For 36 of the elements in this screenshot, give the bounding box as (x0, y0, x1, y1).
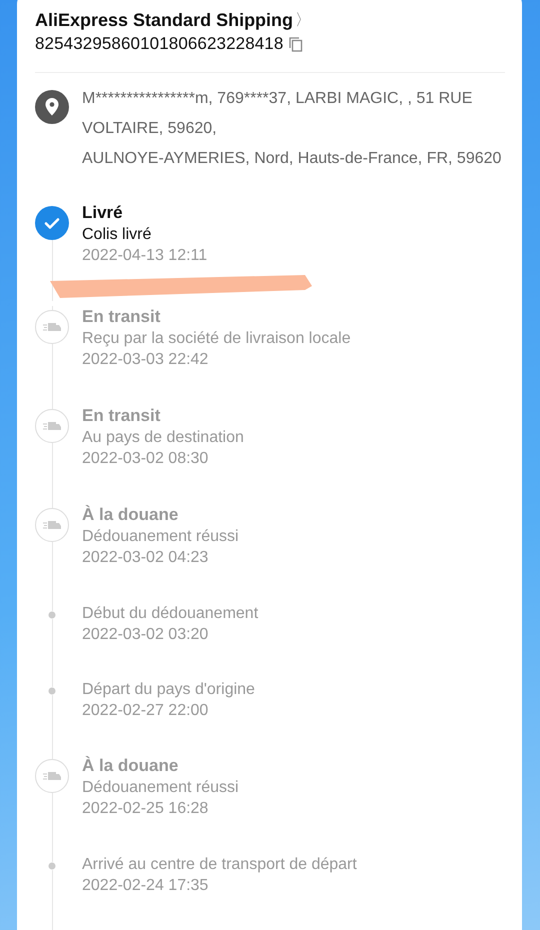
truck-icon (35, 759, 69, 793)
event-description: Début du dédouanement (82, 604, 258, 624)
event-description: Reçu par la société de livraison locale (82, 329, 351, 349)
event-description: Dédouanement réussi (82, 527, 239, 547)
timeline-dot-icon (48, 611, 56, 619)
event-description: Dédouanement réussi (82, 778, 239, 798)
event-time: 2022-03-02 08:30 (82, 449, 210, 469)
truck-icon (35, 310, 69, 344)
truck-icon (35, 508, 69, 542)
event-time: 2022-02-27 22:00 (82, 701, 210, 721)
event-time: 2022-02-25 16:28 (82, 799, 210, 819)
event-title: En transit (82, 405, 162, 427)
event-time: 2022-04-13 12:11 (82, 246, 208, 266)
checkmark-icon (35, 206, 69, 240)
event-time: 2022-03-03 22:42 (82, 350, 210, 370)
timeline-dot-icon (48, 687, 56, 695)
copy-icon[interactable] (287, 36, 304, 52)
tracking-number: 82543295860101806623228418 (35, 34, 284, 54)
event-time: 2022-02-24 17:35 (82, 876, 210, 896)
address-text: AULNOYE-AYMERIES, Nord, Hauts-de-France, FR, 59620 (82, 149, 502, 169)
location-pin-icon (35, 90, 69, 124)
truck-icon (35, 409, 69, 443)
event-title: À la douane (82, 504, 180, 526)
carrier-name[interactable]: AliExpress Standard Shipping (35, 10, 294, 31)
event-time: 2022-03-02 04:23 (82, 548, 210, 568)
timeline-dot-icon (48, 862, 56, 870)
chevron-icon[interactable]: 〉 (295, 10, 312, 31)
event-description: Colis livré (82, 225, 152, 245)
event-time: 2022-03-02 03:20 (82, 625, 210, 645)
event-title: À la douane (82, 755, 180, 777)
event-description: Au pays de destination (82, 428, 244, 448)
event-description: Arrivé au centre de transport de départ (82, 855, 357, 875)
event-title: En transit (82, 306, 162, 328)
event-description: Départ du pays d'origine (82, 680, 255, 700)
event-title: Livré (82, 202, 124, 224)
address-text: M****************m, 769****37, LARBI MAGIC, , 51 RUE VOLTAIRE, 59620, (82, 89, 474, 139)
